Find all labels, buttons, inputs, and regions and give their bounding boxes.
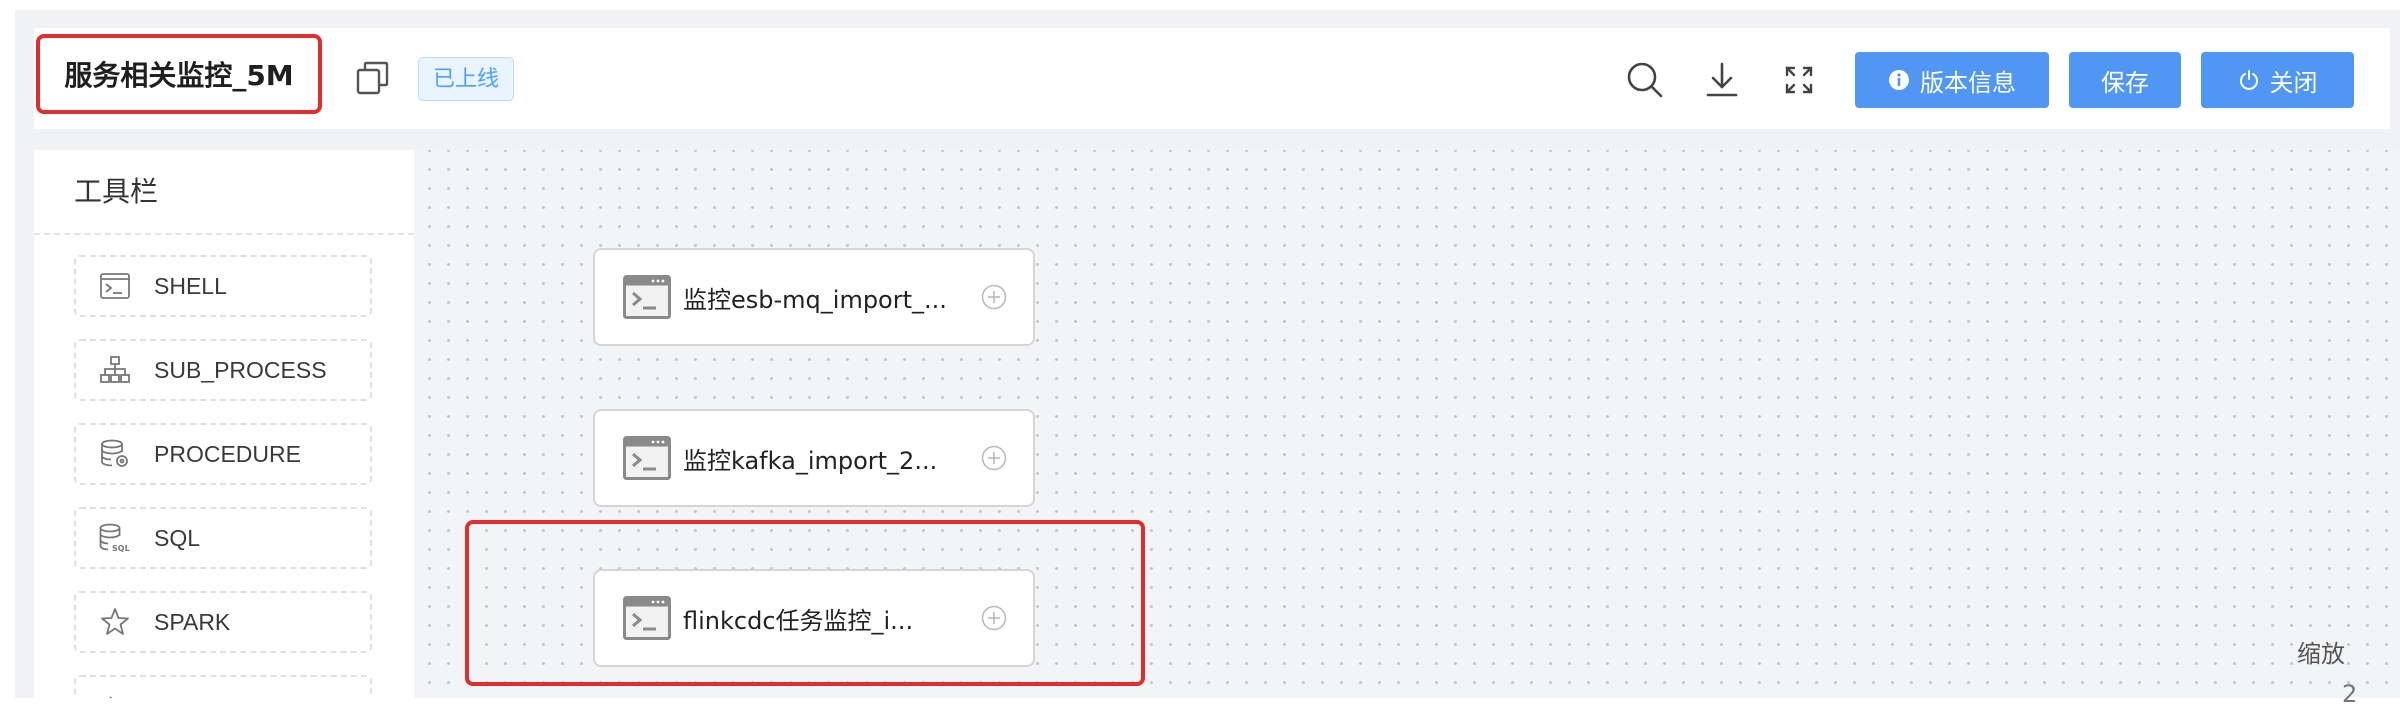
power-icon [2239, 70, 2258, 90]
save-label: 保存 [2101, 68, 2149, 97]
database-gear-icon [98, 437, 132, 471]
version-info-label: 版本信息 [1920, 68, 2016, 97]
workflow-node[interactable]: 监控esb-mq_import_... [593, 248, 1035, 346]
node-label: 监控kafka_import_2... [683, 446, 938, 475]
version-info-button[interactable]: 版本信息 [1855, 52, 2049, 108]
toolbar-item-spark[interactable]: SPARK [74, 591, 372, 653]
terminal-icon [98, 269, 132, 303]
node-label: 监控esb-mq_import_... [683, 285, 947, 314]
workflow-node[interactable]: flinkcdc任务监控_i... [593, 569, 1035, 667]
sitemap-icon [98, 353, 132, 387]
add-node-icon[interactable] [981, 445, 1007, 471]
toolbar-item-shell[interactable]: SHELL [74, 255, 372, 317]
toolbar-item-procedure[interactable]: PROCEDURE [74, 423, 372, 485]
workflow-node[interactable]: 监控kafka_import_2... [593, 409, 1035, 507]
toolbar-item-label: SQL [154, 524, 201, 551]
terminal-icon [623, 275, 671, 319]
page-title: 服务相关监控_5M [36, 34, 322, 114]
tool-icon [98, 689, 132, 698]
toolbar-title: 工具栏 [74, 175, 159, 208]
status-badge: 已上线 [418, 57, 515, 101]
fullscreen-icon[interactable] [1779, 60, 1819, 100]
node-label: flinkcdc任务监控_i... [683, 606, 914, 635]
info-icon [1889, 70, 1909, 90]
terminal-icon [623, 596, 671, 640]
star-icon [98, 605, 132, 639]
database-sql-icon: SQL [98, 521, 132, 555]
zoom-value: 2 [2342, 680, 2358, 708]
add-node-icon[interactable] [981, 284, 1007, 310]
toolbar-item-sql[interactable]: SQL SQL [74, 507, 372, 569]
add-node-icon[interactable] [981, 605, 1007, 631]
toolbar-item-label: PROCEDURE [154, 440, 301, 467]
toolbar-item-label: SHELL [154, 272, 227, 299]
copy-icon[interactable] [355, 60, 391, 96]
svg-text:SQL: SQL [112, 544, 130, 553]
toolbar-item-label: SUB_PROCESS [154, 356, 327, 383]
toolbar-panel: 工具栏 SHELL SUB_PROCESS PROCEDURE SQL SQL … [34, 150, 414, 698]
toolbar-item-partial[interactable] [74, 675, 372, 698]
save-button[interactable]: 保存 [2069, 52, 2181, 108]
close-button[interactable]: 关闭 [2201, 52, 2354, 108]
toolbar-divider [34, 233, 414, 235]
toolbar-item-sub-process[interactable]: SUB_PROCESS [74, 339, 372, 401]
zoom-label: 缩放 [2297, 640, 2345, 668]
search-icon[interactable] [1625, 60, 1665, 100]
toolbar-item-label: SPARK [154, 608, 231, 635]
download-icon[interactable] [1702, 60, 1742, 100]
close-label: 关闭 [2269, 68, 2318, 97]
terminal-icon [623, 436, 671, 480]
